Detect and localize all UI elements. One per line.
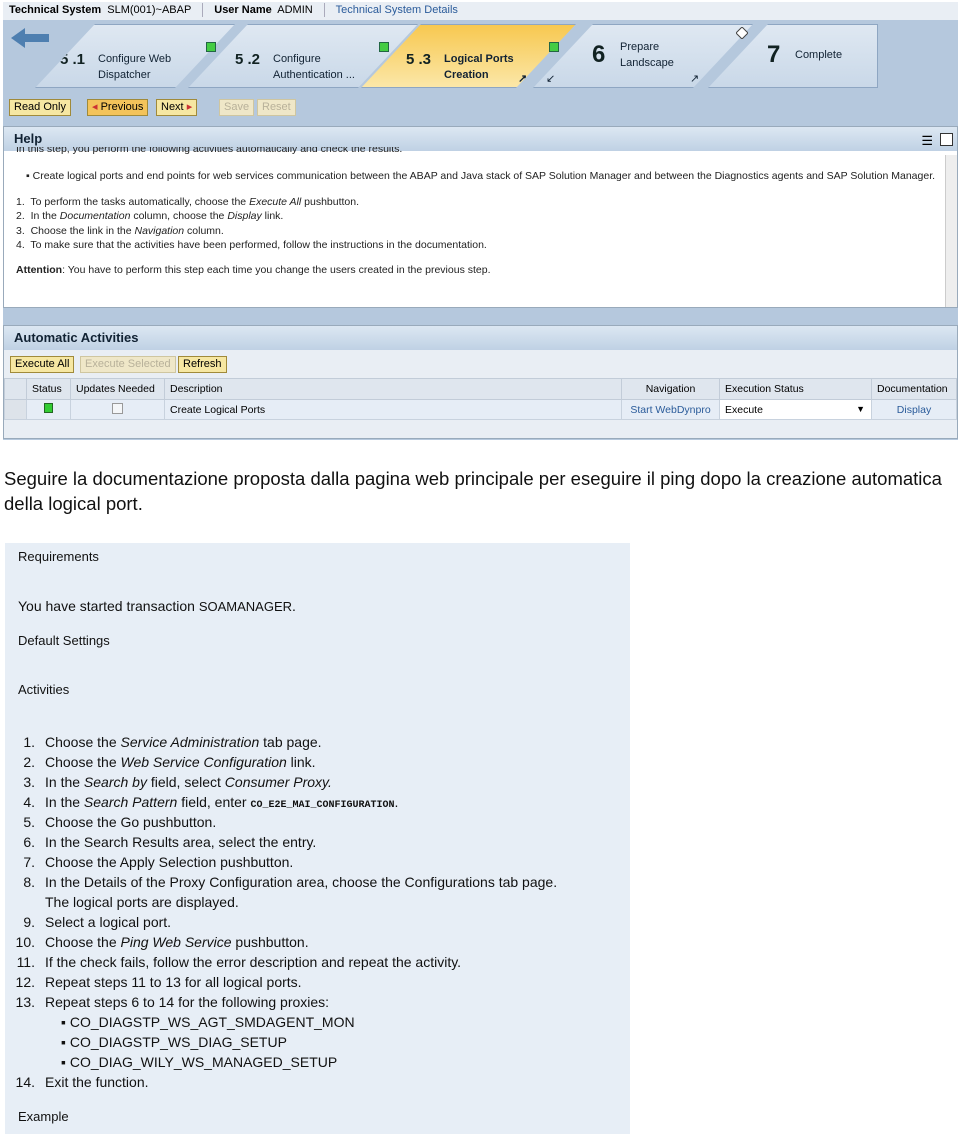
proxy-item: ▪ CO_DIAGSTP_WS_AGT_SMDAGENT_MON [61,1014,355,1030]
status-done-icon [379,42,389,52]
back-arrow-icon[interactable] [11,28,51,48]
list-item: 9. Select a logical port. [23,914,172,930]
list-item: 8. In the Details of the Proxy Configurat… [23,874,558,890]
updates-needed-checkbox[interactable] [112,402,123,414]
save-button: Save [219,99,255,116]
help-step-3: 3. Choose the link in the Navigation col… [16,224,224,237]
status-ok-icon [44,403,53,413]
execution-status-select[interactable]: Execute ▼ [719,399,872,420]
execute-selected-button: Execute Selected [80,356,176,373]
next-button[interactable]: Next ▸ [156,99,198,116]
previous-button[interactable]: ◂ Previous [87,99,149,116]
list-item: 13. Repeat steps 6 to 14 for the followin… [15,994,330,1010]
list-item: 10. Choose the Ping Web Service pushbutto… [15,934,309,950]
read-only-button[interactable]: Read Only [9,99,71,116]
help-step-2: 2. In the Documentation column, choose t… [16,210,284,222]
default-settings-heading: Default Settings [18,633,110,648]
activities-list: 1. Choose the Service Administration tab … [5,732,630,1092]
column-execution-status: Execution Status [719,378,872,400]
list-item: 2. Choose the Web Service Configuration l… [23,754,316,770]
help-step-1: 1. To perform the tasks automatically, c… [16,195,360,208]
scrollbar[interactable] [945,155,957,307]
proxy-item: ▪ CO_DIAG_WILY_WS_MANAGED_SETUP [61,1054,338,1070]
personalize-icon[interactable]: ☰ [921,133,933,149]
activities-table: Status Updates Needed Description Naviga… [4,378,957,420]
reset-button: Reset [257,99,296,116]
list-item-continuation: The logical ports are displayed. [45,894,239,910]
requirements-heading: Requirements [18,549,99,564]
previous-arrow-icon: ◂ [92,101,98,113]
status-done-icon [549,42,559,52]
status-pending-icon [736,27,748,39]
system-value: SLM(001)~ABAP [107,4,192,16]
table-header: Status Updates Needed Description Naviga… [4,378,957,400]
expand-arrow-icon: ↗ [518,73,528,85]
column-updates-needed: Updates Needed [70,378,165,400]
list-item: 14. Exit the function. [15,1074,149,1090]
column-description: Description [164,378,622,400]
help-panel: Help ☰ In this step, you perform the fol… [3,126,958,308]
execute-all-button[interactable]: Execute All [10,356,75,373]
list-item: 1. Choose the Service Administration tab … [23,734,322,750]
system-label: Technical System [9,4,102,16]
row-selector[interactable] [4,399,27,420]
help-bullet: ▪ Create logical ports and end points fo… [26,170,936,182]
list-item: 5. Choose the Go pushbutton. [23,814,217,830]
help-attention: Attention: You have to perform this step… [16,263,491,276]
list-item: 12. Repeat steps 11 to 13 for all logical… [15,974,302,990]
caption-text: Seguire la documentazione proposta dalla… [4,468,942,514]
technical-system-details-link[interactable]: Technical System Details [336,4,458,16]
documentation-screenshot: Requirements You have started transactio… [5,543,630,1134]
collapse-arrow-icon: ↙ [546,73,556,85]
expand-arrow-icon: ↗ [690,73,700,85]
activities-heading: Activities [18,682,70,697]
header-bar: Technical System SLM(001)~ABAP User Name… [3,2,958,20]
user-label: User Name [214,4,272,16]
dropdown-arrow-icon: ▼ [856,403,865,414]
requirements-text: You have started transaction SOAMANAGER. [18,598,296,614]
user-value: ADMIN [277,4,313,16]
help-step-4: 4. To make sure that the activities have… [16,239,487,251]
next-arrow-icon: ▸ [186,101,193,113]
help-intro: In this step, you perform the following … [16,147,403,155]
column-documentation: Documentation [871,378,957,400]
example-heading: Example [18,1109,69,1124]
list-item: 11. If the check fails, follow the error … [16,954,462,970]
automatic-activities-title: Automatic Activities [4,326,957,350]
column-status: Status [26,378,71,400]
start-webdynpro-link[interactable]: Start WebDynpro [621,399,720,420]
maximize-icon[interactable] [940,133,953,146]
list-item: 3. In the Search by field, select Consume… [23,774,332,790]
list-item: 6. In the Search Results area, select the… [23,834,317,850]
automatic-activities-panel: Automatic Activities Execute All Execute… [3,325,958,439]
list-item: 7. Choose the Apply Selection pushbutton. [23,854,294,870]
table-row: Create Logical Ports Start WebDynpro Exe… [4,399,957,420]
list-item: 4. In the Search Pattern field, enter CO_… [23,794,399,811]
display-link[interactable]: Display [871,399,957,420]
status-done-icon [206,42,216,52]
proxy-item: ▪ CO_DIAGSTP_WS_DIAG_SETUP [61,1034,287,1050]
refresh-button[interactable]: Refresh [178,356,227,373]
description-cell: Create Logical Ports [164,399,622,420]
column-navigation: Navigation [621,378,720,400]
